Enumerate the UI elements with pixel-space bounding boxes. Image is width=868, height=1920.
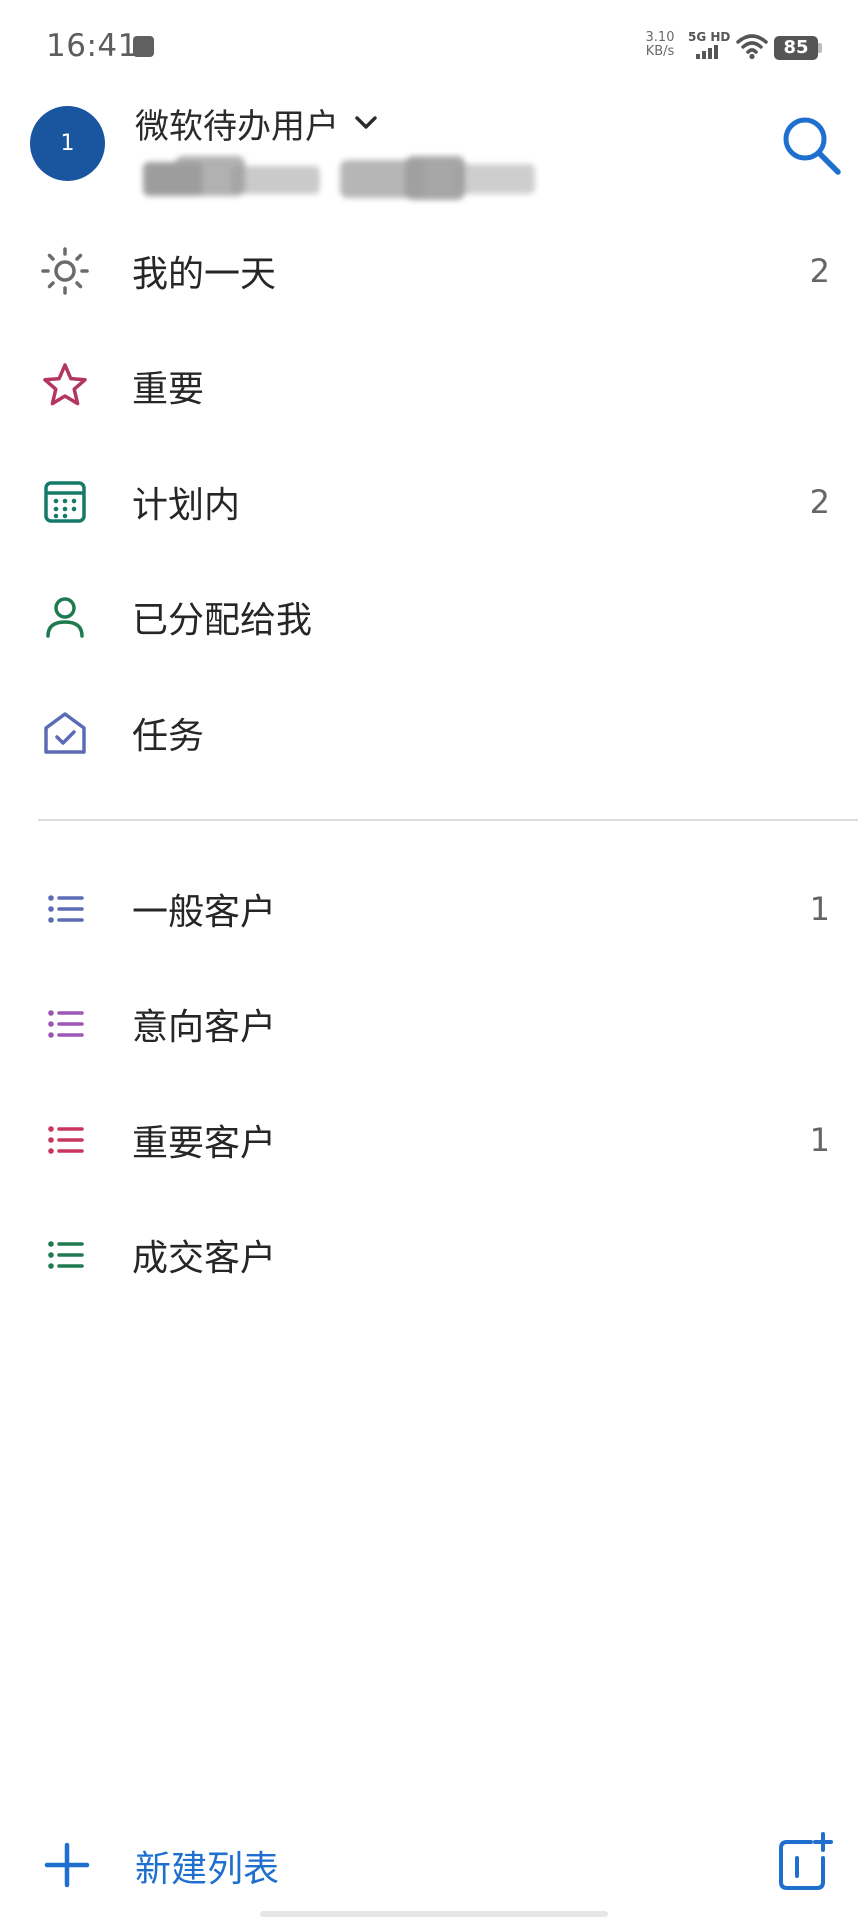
item-count: 2: [809, 483, 830, 521]
network-speed-unit: KB/s: [645, 44, 675, 59]
account-switcher[interactable]: 微软待办用户: [135, 100, 381, 147]
list-item[interactable]: 成交客户: [0, 1197, 868, 1313]
calendar-icon: [44, 481, 86, 523]
list-icon: [48, 1241, 84, 1269]
wifi-icon: [736, 34, 768, 60]
new-list-label: 新建列表: [135, 1849, 280, 1890]
list-icon: [48, 1010, 84, 1038]
person-icon: [46, 597, 84, 638]
sidebar-item-label: 计划内: [132, 485, 241, 526]
chevron-down-icon: [355, 116, 377, 129]
sidebar-item-label: 任务: [132, 716, 205, 757]
home-check-icon: [44, 712, 86, 754]
avatar[interactable]: 1: [30, 106, 105, 181]
sidebar-item-assigned-to-me[interactable]: 已分配给我: [0, 559, 868, 675]
item-count: 1: [809, 1121, 830, 1159]
new-group-icon[interactable]: [775, 1832, 835, 1892]
list-item[interactable]: 重要客户 1: [0, 1082, 868, 1198]
network-speed: 3.10 KB/s: [640, 31, 680, 59]
star-icon: [43, 363, 87, 406]
status-time: 16:41: [46, 28, 138, 64]
list-item[interactable]: 意向客户: [0, 966, 868, 1082]
list-item[interactable]: 一般客户 1: [0, 851, 868, 967]
list-item-label: 成交客户: [132, 1238, 277, 1279]
list-icon: [48, 895, 84, 923]
cellular-signal-icon: 5G HD: [688, 30, 730, 62]
sun-icon: [41, 247, 89, 295]
sidebar-item-label: 重要: [132, 369, 205, 410]
list-item-label: 意向客户: [132, 1007, 277, 1048]
sidebar-item-tasks[interactable]: 任务: [0, 675, 868, 791]
plus-icon: [44, 1842, 90, 1888]
home-indicator[interactable]: [260, 1911, 608, 1917]
search-icon[interactable]: [778, 112, 844, 178]
avatar-initial: 1: [60, 131, 75, 156]
sidebar-item-important[interactable]: 重要: [0, 328, 868, 444]
sidebar-item-my-day[interactable]: 我的一天 2: [0, 213, 868, 329]
battery-level: 85: [783, 37, 809, 58]
account-name: 微软待办用户: [135, 106, 339, 147]
account-email-redacted: [143, 156, 535, 200]
sidebar-item-planned[interactable]: 计划内 2: [0, 444, 868, 560]
list-icon: [48, 1126, 84, 1154]
list-item-label: 一般客户: [132, 892, 277, 933]
item-count: 1: [809, 890, 830, 928]
sidebar-item-label: 我的一天: [132, 254, 277, 295]
item-count: 2: [809, 252, 830, 290]
network-speed-value: 3.10: [645, 30, 675, 45]
section-divider: [38, 819, 858, 821]
list-item-label: 重要客户: [132, 1123, 277, 1164]
sidebar-item-label: 已分配给我: [132, 600, 313, 641]
status-bar: 16:41 3.10 KB/s 5G HD 85: [0, 0, 868, 96]
battery-icon: 85: [774, 36, 822, 60]
notification-app-icon: [133, 36, 154, 57]
new-list-button[interactable]: 新建列表: [0, 1810, 400, 1920]
